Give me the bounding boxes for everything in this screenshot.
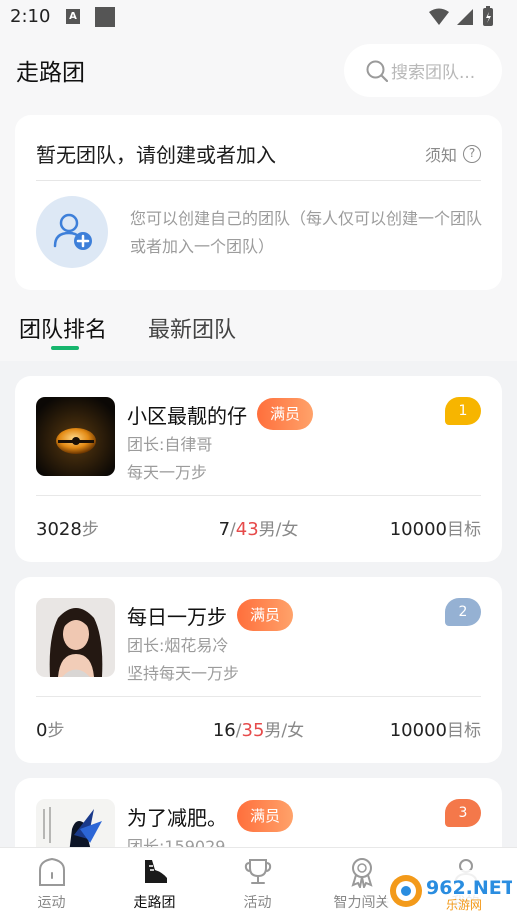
team-avatar <box>36 397 115 476</box>
no-team-description: 您可以创建自己的团队（每人仅可以创建一个团队或者加入一个团队） <box>130 209 483 256</box>
team-name-row: 为了减肥。 满员 <box>127 800 294 832</box>
team-name: 每日一万步 <box>127 604 227 629</box>
team-goal: 10000目标 <box>389 720 481 741</box>
divider <box>36 180 481 181</box>
team-leader: 团长:烟花易冷 <box>127 636 229 655</box>
svg-text:962.NET: 962.NET <box>426 877 512 899</box>
notification-square-icon <box>95 7 115 27</box>
status-bar: 2:10 A <box>0 0 517 36</box>
wifi-icon <box>429 8 449 25</box>
rank-badge: 3 <box>445 799 481 827</box>
svg-text:乐游网: 乐游网 <box>446 898 482 912</box>
full-badge: 满员 <box>237 800 294 832</box>
nav-item-walking-team[interactable]: 走路团 <box>103 848 206 920</box>
team-name-row: 小区最靓的仔 满员 <box>127 398 314 430</box>
no-team-card: 暂无团队，请创建或者加入 须知 ? 您可以创建自己的团队（每人仅可以创建一个团队… <box>15 115 502 290</box>
search-box[interactable]: 搜索团队... <box>344 44 502 97</box>
team-goal: 10000目标 <box>389 519 481 540</box>
divider <box>36 495 481 496</box>
question-icon: ? <box>463 145 481 163</box>
create-team-button[interactable] <box>36 196 108 268</box>
signal-icon <box>457 9 473 25</box>
watermark-logo: 962.NET 乐游网 <box>386 870 512 912</box>
team-tabs: 团队排名 最新团队 <box>0 300 517 360</box>
team-card[interactable]: 小区最靓的仔 满员 团长:自律哥 每天一万步 1 3028步 7/43男/女 1… <box>15 376 502 562</box>
notice-label: 须知 <box>424 146 457 165</box>
team-slogan: 每天一万步 <box>127 463 208 482</box>
divider <box>36 696 481 697</box>
team-name: 小区最靓的仔 <box>127 403 247 428</box>
notice-link[interactable]: 须知 ? <box>425 142 481 166</box>
nav-label: 活动 <box>243 895 272 911</box>
team-name: 为了减肥。 <box>127 805 227 830</box>
nav-label: 走路团 <box>133 895 176 911</box>
full-badge: 满员 <box>237 599 294 631</box>
nav-item-activity[interactable]: 活动 <box>206 848 309 920</box>
no-team-title: 暂无团队，请创建或者加入 <box>36 143 276 167</box>
nav-label: 运动 <box>37 895 66 911</box>
rank-badge: 1 <box>445 397 481 425</box>
team-name-row: 每日一万步 满员 <box>127 599 294 631</box>
team-card[interactable]: 每日一万步 满员 团长:烟花易冷 坚持每天一万步 2 0步 16/35男/女 1… <box>15 577 502 763</box>
tab-active-indicator <box>51 346 79 350</box>
tab-team-ranking[interactable]: 团队排名 <box>19 312 107 344</box>
status-icons <box>429 6 493 26</box>
search-icon <box>366 60 388 82</box>
team-leader: 团长:自律哥 <box>127 435 213 454</box>
team-avatar <box>36 598 115 677</box>
shoe-icon <box>145 860 167 883</box>
tab-new-teams[interactable]: 最新团队 <box>148 312 236 344</box>
nav-item-sport[interactable]: 运动 <box>0 848 103 920</box>
add-user-icon <box>53 213 92 250</box>
keyboard-a-icon: A <box>66 9 80 24</box>
home-icon <box>39 857 65 886</box>
medal-icon <box>351 858 373 888</box>
trophy-icon <box>244 859 272 884</box>
team-slogan: 坚持每天一万步 <box>127 664 240 683</box>
rank-badge: 2 <box>445 598 481 626</box>
full-badge: 满员 <box>257 398 314 430</box>
status-time: 2:10 <box>10 6 51 27</box>
app-header: 走路团 搜索团队... <box>0 36 517 106</box>
search-input[interactable]: 搜索团队... <box>391 58 475 83</box>
page-title: 走路团 <box>16 60 85 86</box>
